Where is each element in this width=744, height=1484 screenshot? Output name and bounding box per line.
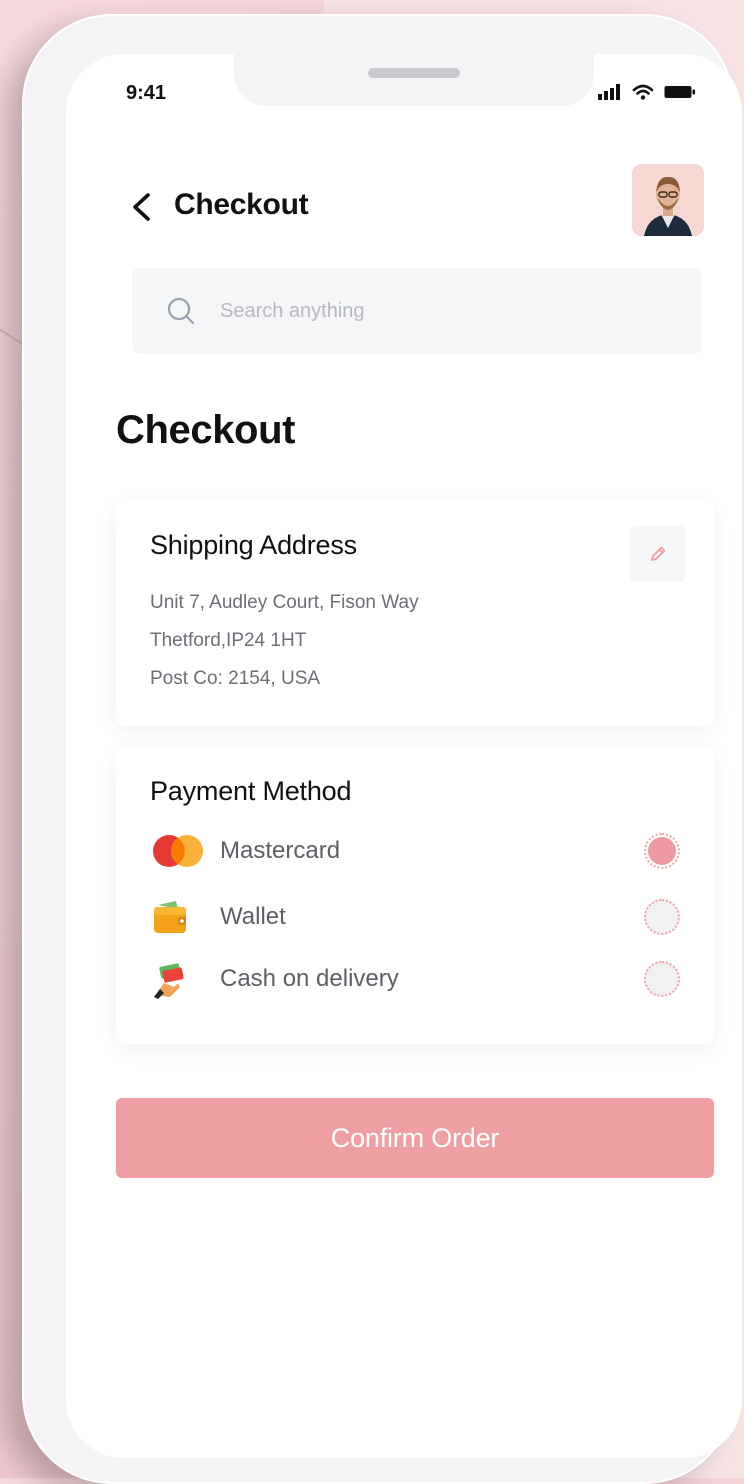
payment-method-title: Payment Method bbox=[150, 776, 352, 806]
payment-method-card: Payment Method Mastercard Wallet Cash on… bbox=[116, 746, 714, 1044]
payment-option-cash-on-delivery[interactable]: Cash on delivery bbox=[150, 956, 680, 1002]
pencil-icon bbox=[651, 546, 666, 561]
cash-icon bbox=[150, 959, 206, 999]
payment-option-label: Cash on delivery bbox=[220, 965, 399, 992]
shipping-address-card: Shipping Address Unit 7, Audley Court, F… bbox=[116, 500, 714, 726]
radio-unselected[interactable] bbox=[644, 961, 680, 997]
payment-option-mastercard[interactable]: Mastercard bbox=[150, 828, 680, 874]
shipping-address-title: Shipping Address bbox=[150, 530, 357, 560]
payment-option-label: Mastercard bbox=[220, 837, 341, 864]
user-avatar-icon bbox=[632, 164, 704, 236]
payment-option-label: Wallet bbox=[220, 903, 286, 930]
search-bar bbox=[132, 268, 702, 354]
wallet-icon bbox=[150, 897, 206, 937]
signal-icon bbox=[598, 84, 620, 100]
address-line-3: Post Co: 2154, USA bbox=[150, 668, 321, 689]
confirm-order-button[interactable]: Confirm Order bbox=[116, 1098, 714, 1178]
radio-selected[interactable] bbox=[644, 833, 680, 869]
address-line-1: Unit 7, Audley Court, Fison Way bbox=[150, 592, 419, 613]
status-icons bbox=[598, 84, 696, 100]
search-icon bbox=[167, 297, 195, 325]
phone-screen: 9:41 Checkout Search anything Checkout S… bbox=[66, 54, 742, 1458]
edit-address-button[interactable] bbox=[630, 526, 686, 582]
speaker bbox=[368, 68, 460, 78]
radio-unselected[interactable] bbox=[644, 899, 680, 935]
chevron-left-icon[interactable] bbox=[128, 192, 156, 222]
header-title: Checkout bbox=[174, 188, 309, 221]
phone-frame: 9:41 Checkout Search anything Checkout S… bbox=[22, 14, 742, 1484]
search-input[interactable] bbox=[220, 292, 660, 330]
payment-option-wallet[interactable]: Wallet bbox=[150, 894, 680, 940]
header: Checkout bbox=[128, 164, 704, 250]
notch bbox=[234, 54, 594, 106]
address-line-2: Thetford,IP24 1HT bbox=[150, 630, 307, 651]
wifi-icon bbox=[632, 84, 654, 100]
mastercard-icon bbox=[150, 831, 206, 871]
avatar[interactable] bbox=[632, 164, 704, 236]
status-time: 9:41 bbox=[126, 82, 167, 104]
battery-icon bbox=[664, 86, 696, 98]
page-title: Checkout bbox=[116, 408, 296, 452]
